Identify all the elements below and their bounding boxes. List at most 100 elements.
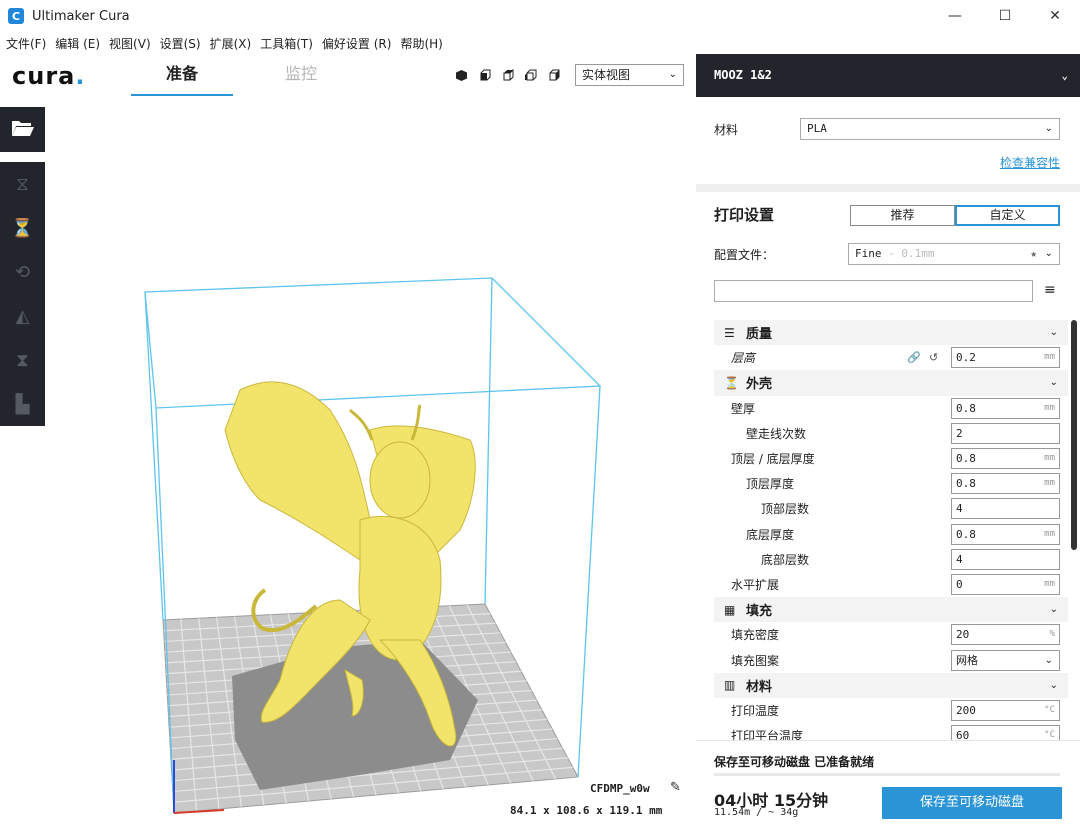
settings-list: ☰ 质量 ⌄ 层高 🔗 ↺ 0.2 mm ⏳ 外壳 ⌄ 壁厚 0.8 mm 壁走线次数 2 顶层 / 底层厚度 0… xyxy=(696,320,1080,790)
chevron-down-icon: ⌄ xyxy=(1049,679,1058,691)
setting-label: 壁厚 xyxy=(731,401,756,416)
setting-value-input[interactable]: 0.8 mm xyxy=(951,448,1060,470)
save-to-removable-drive-button[interactable]: 保存至可移动磁盘 xyxy=(882,787,1062,819)
tab-monitor[interactable]: 监控 xyxy=(250,62,352,96)
setting-unit: mm xyxy=(1044,528,1055,539)
open-file-button[interactable] xyxy=(0,107,45,152)
setting-unit: mm xyxy=(1044,478,1055,489)
setting-value-input[interactable]: 4 xyxy=(951,548,1060,570)
settings-category[interactable]: ▦ 填充 ⌄ xyxy=(714,597,1068,623)
scale-tool[interactable]: ⏳ xyxy=(0,206,45,250)
material-label: 材料 xyxy=(714,123,739,137)
settings-category[interactable]: ▥ 材料 ⌄ xyxy=(714,672,1068,698)
minimize-button[interactable]: — xyxy=(930,0,980,32)
setting-row: 壁厚 0.8 mm xyxy=(696,396,1080,421)
support-blocker-tool[interactable]: ▙ xyxy=(0,382,45,426)
setting-label: 壁走线次数 xyxy=(746,426,807,441)
maximize-button[interactable]: ☐ xyxy=(980,0,1030,32)
menu-file[interactable]: 文件(F) xyxy=(6,35,46,52)
hamburger-menu-icon[interactable]: ≡ xyxy=(1044,282,1056,298)
category-label: 填充 xyxy=(746,604,773,620)
view-mode-select[interactable]: 实体视图 ⌄ xyxy=(575,64,684,86)
setting-value-input[interactable]: 0.8 mm xyxy=(951,397,1060,419)
quality-icon: ☰ xyxy=(724,325,735,340)
mirror-icon: ◭ xyxy=(15,305,30,327)
menu-extensions[interactable]: 扩展(X) xyxy=(210,35,252,52)
material-icon: ▥ xyxy=(724,678,736,693)
menu-toolbox[interactable]: 工具箱(T) xyxy=(260,35,313,52)
check-compatibility-link[interactable]: 检查兼容性 xyxy=(1000,154,1060,171)
view-right-icon[interactable] xyxy=(542,66,565,84)
move-tool[interactable]: ⧖ xyxy=(0,162,45,206)
setting-value-input[interactable]: 0.8 mm xyxy=(951,473,1060,495)
settings-search-input[interactable] xyxy=(714,280,1033,302)
output-area: 保存至可移动磁盘 已准备就绪 04小时 15分钟 11.54m / ~ 34g … xyxy=(696,740,1080,833)
setting-unit: mm xyxy=(1044,578,1055,589)
menu-view[interactable]: 视图(V) xyxy=(109,35,151,52)
setting-label: 填充图案 xyxy=(731,653,780,668)
setting-label: 水平扩展 xyxy=(731,577,780,592)
3d-viewport[interactable] xyxy=(45,98,696,833)
setting-unit: % xyxy=(1049,629,1055,640)
setting-label: 层高 xyxy=(731,351,756,366)
per-model-settings-tool[interactable]: ⧗ xyxy=(0,338,45,382)
view-front-icon[interactable] xyxy=(473,66,496,84)
cura-logo: cura. xyxy=(12,62,86,90)
setting-value-input[interactable]: 网格 ⌄ xyxy=(951,649,1060,671)
chevron-down-icon: ⌄ xyxy=(1044,248,1053,259)
setting-value-input[interactable]: 4 xyxy=(951,498,1060,520)
setting-value-input[interactable]: 0 mm xyxy=(951,573,1060,595)
setting-label: 顶部层数 xyxy=(761,502,810,517)
menu-settings[interactable]: 设置(S) xyxy=(160,35,201,52)
setting-label: 顶层 / 底层厚度 xyxy=(731,452,815,467)
setting-value-input[interactable]: 200 °C xyxy=(951,699,1060,721)
view-3d-icon[interactable] xyxy=(450,66,473,84)
setting-value-input[interactable]: 0.8 mm xyxy=(951,523,1060,545)
rotate-tool[interactable]: ⟲ xyxy=(0,250,45,294)
setting-value-input[interactable]: 0.2 mm xyxy=(951,347,1060,369)
category-label: 材料 xyxy=(746,679,773,695)
reset-icon[interactable]: ↺ xyxy=(929,351,938,364)
setting-label: 底部层数 xyxy=(761,552,810,567)
menu-edit[interactable]: 编辑 (E) xyxy=(55,35,100,52)
settings-scrollbar[interactable] xyxy=(1071,320,1077,550)
mirror-tool[interactable]: ◭ xyxy=(0,294,45,338)
setting-value-input[interactable]: 2 xyxy=(951,422,1060,444)
view-top-icon[interactable] xyxy=(496,66,519,84)
pencil-icon[interactable]: ✎ xyxy=(670,780,681,795)
setting-label: 填充密度 xyxy=(731,628,780,643)
mode-custom-button[interactable]: 自定义 xyxy=(955,205,1060,226)
setting-label: 打印温度 xyxy=(731,703,780,718)
setting-unit: mm xyxy=(1044,352,1055,363)
profile-select[interactable]: Fine - 0.1mm ★ ⌄ xyxy=(848,243,1060,265)
menu-preferences[interactable]: 偏好设置 (R) xyxy=(322,35,392,52)
category-label: 质量 xyxy=(746,327,773,343)
material-select[interactable]: PLA ⌄ xyxy=(800,118,1060,140)
star-icon[interactable]: ★ xyxy=(1030,244,1037,264)
menu-help[interactable]: 帮助(H) xyxy=(400,35,442,52)
setting-unit: °C xyxy=(1044,704,1055,715)
progress-track xyxy=(714,773,1060,776)
profile-label: 配置文件： xyxy=(714,248,775,262)
setting-label: 顶层厚度 xyxy=(746,477,795,492)
tool-sidebar: ⧖ ⏳ ⟲ ◭ ⧗ ▙ xyxy=(0,162,45,426)
category-label: 外壳 xyxy=(746,377,773,393)
settings-category[interactable]: ☰ 质量 ⌄ xyxy=(714,320,1068,346)
mode-recommended-button[interactable]: 推荐 xyxy=(850,205,955,226)
close-button[interactable]: ✕ xyxy=(1030,0,1080,32)
tab-prepare[interactable]: 准备 xyxy=(131,62,233,96)
chevron-down-icon: ⌄ xyxy=(1044,654,1053,666)
settings-category[interactable]: ⏳ 外壳 ⌄ xyxy=(714,370,1068,396)
view-left-icon[interactable] xyxy=(519,66,542,84)
machine-selector[interactable]: MOOZ 1&2 ⌄ xyxy=(696,54,1080,97)
setting-value-input[interactable]: 20% xyxy=(951,624,1060,646)
setting-row: 壁走线次数 2 xyxy=(696,421,1080,446)
setting-row: 顶层厚度 0.8 mm xyxy=(696,471,1080,496)
section-divider xyxy=(696,184,1080,192)
window-titlebar: C Ultimaker Cura — ☐ ✕ xyxy=(0,0,1080,32)
model-name: CFDMP_w0w xyxy=(590,782,650,795)
link-icon[interactable]: 🔗 xyxy=(907,351,921,364)
setting-row: 打印温度 200 °C xyxy=(696,698,1080,723)
print-settings-title: 打印设置 xyxy=(714,206,775,224)
chevron-down-icon: ⌄ xyxy=(1049,377,1058,389)
